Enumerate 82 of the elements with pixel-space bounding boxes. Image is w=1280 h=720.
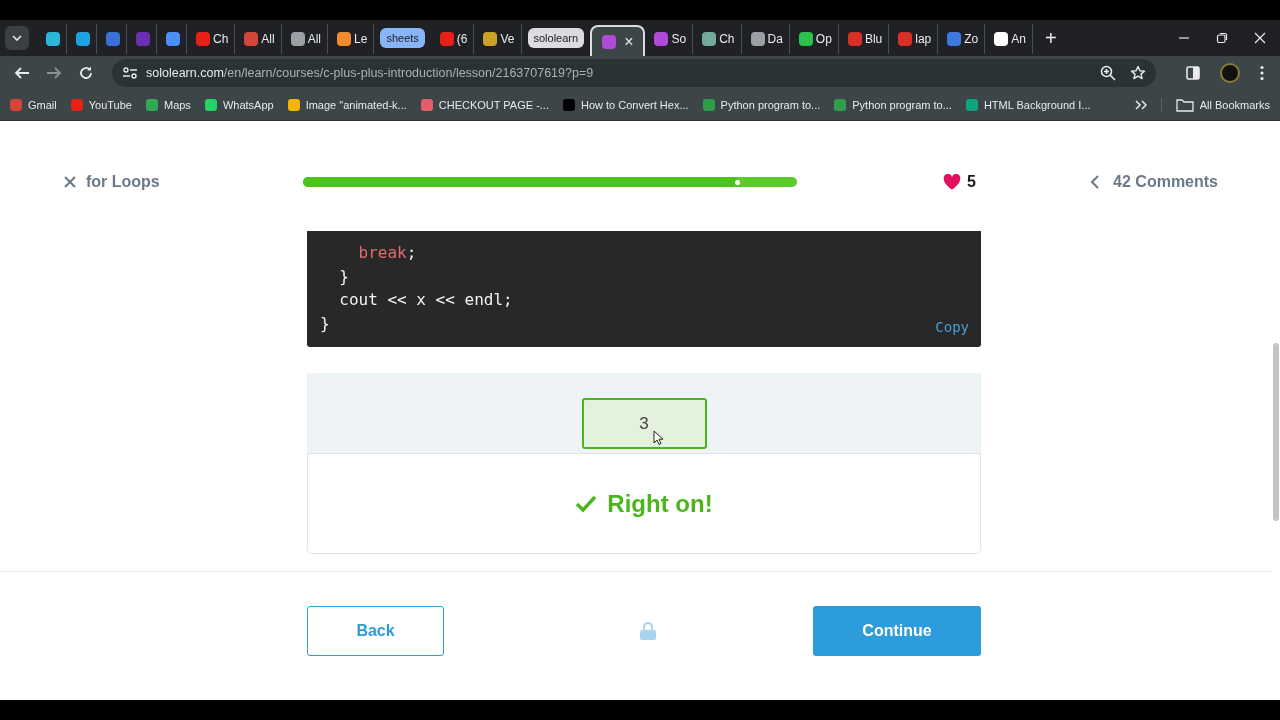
hearts-count: 5 bbox=[967, 173, 976, 191]
tab-title: Ve bbox=[500, 32, 515, 46]
menu-icon bbox=[1260, 65, 1264, 81]
tab-title: lap bbox=[915, 32, 932, 46]
browser-tab[interactable]: Da bbox=[741, 24, 790, 54]
bookmark-item[interactable]: Python program to... bbox=[702, 99, 821, 111]
chevron-left-icon bbox=[1091, 175, 1100, 189]
bookmark-item[interactable]: Maps bbox=[145, 99, 191, 111]
tab-title: Op bbox=[815, 32, 832, 46]
browser-tab[interactable]: lap bbox=[889, 24, 939, 54]
tab-title: All bbox=[261, 32, 275, 46]
restore-icon bbox=[1216, 32, 1228, 44]
bookmark-item[interactable]: WhatsApp bbox=[204, 99, 274, 111]
all-bookmarks-button[interactable]: All Bookmarks bbox=[1160, 98, 1270, 112]
mouse-cursor-icon bbox=[652, 430, 663, 445]
bookmark-title: Gmail bbox=[28, 99, 57, 111]
bookmark-title: Python program to... bbox=[720, 99, 821, 111]
forward-icon bbox=[46, 65, 62, 81]
browser-tab[interactable]: Ve bbox=[474, 24, 522, 54]
checkmark-icon bbox=[575, 494, 598, 513]
comments-button[interactable]: 42 Comments bbox=[1091, 173, 1218, 191]
browser-tab[interactable]: Op bbox=[789, 24, 839, 54]
zoom-icon bbox=[1100, 65, 1116, 81]
bookmark-title: YouTube bbox=[88, 99, 132, 111]
all-bookmarks-label: All Bookmarks bbox=[1199, 99, 1270, 111]
code-line: cout << x << endl; bbox=[338, 289, 513, 311]
bookmark-item[interactable]: Python program to... bbox=[834, 99, 952, 111]
close-icon bbox=[1254, 32, 1266, 44]
reload-icon bbox=[78, 65, 94, 81]
browser-tab[interactable]: Le bbox=[328, 24, 375, 54]
url-text: sololearn.com/en/learn/courses/c-plus-plus-introduction/lesson/2163707619?p=9 bbox=[146, 66, 595, 80]
browser-tab[interactable]: Zo bbox=[938, 24, 986, 54]
code-line: } bbox=[338, 265, 349, 288]
browser-tab[interactable]: So bbox=[645, 24, 694, 54]
bookmark-item[interactable]: YouTube bbox=[70, 99, 132, 111]
bookmark-star-icon bbox=[1130, 65, 1146, 81]
browser-tab[interactable]: All bbox=[235, 24, 282, 54]
browser-tab[interactable]: Blu bbox=[838, 24, 890, 54]
copy-button[interactable]: Copy bbox=[935, 319, 969, 335]
tab-title: Zo bbox=[964, 32, 979, 46]
browser-tab[interactable]: Ch bbox=[693, 24, 742, 54]
browser-tab[interactable]: Ch bbox=[187, 24, 236, 54]
tab-group-chip[interactable]: sololearn bbox=[527, 28, 585, 48]
lesson-title: for Loops bbox=[86, 173, 160, 191]
tab-title: Le bbox=[354, 32, 368, 46]
progress-marker bbox=[734, 180, 740, 185]
answer-box[interactable]: 3 bbox=[581, 398, 707, 449]
close-icon bbox=[64, 176, 76, 188]
chevron-down-icon bbox=[12, 35, 22, 41]
tab-title: So bbox=[671, 32, 687, 46]
code-line: } bbox=[320, 312, 330, 335]
bookmark-item[interactable]: Gmail bbox=[10, 99, 57, 111]
back-icon bbox=[14, 65, 30, 81]
tab-group-chip[interactable]: sheets bbox=[380, 28, 425, 48]
browser-tab[interactable]: All bbox=[281, 24, 329, 54]
bookmark-title: Python program to... bbox=[852, 99, 952, 111]
bookmark-title: WhatsApp bbox=[222, 99, 274, 111]
tab-title: Ch bbox=[719, 32, 735, 46]
side-panel-icon bbox=[1186, 66, 1200, 80]
browser-tab[interactable]: × bbox=[590, 25, 646, 57]
site-settings-icon bbox=[122, 66, 138, 80]
close-tab-button[interactable]: × bbox=[624, 33, 634, 51]
feedback-message: Right on! bbox=[575, 489, 713, 518]
tab-title: Blu bbox=[864, 32, 883, 46]
tab-title: (6 bbox=[456, 32, 468, 46]
address-bar[interactable]: sololearn.com/en/learn/courses/c-plus-plus-introduction/lesson/2163707619?p=9 bbox=[112, 59, 1156, 87]
tab-title: Da bbox=[767, 32, 783, 46]
chevrons-right-icon bbox=[1134, 100, 1147, 110]
close-button[interactable] bbox=[64, 176, 76, 188]
browser-tab[interactable]: An bbox=[985, 24, 1033, 54]
new-tab-button[interactable]: + bbox=[1040, 28, 1061, 48]
tab-title: Ch bbox=[213, 32, 229, 46]
browser-tab[interactable]: (6 bbox=[430, 24, 475, 54]
tab-search-button[interactable] bbox=[5, 26, 29, 50]
profile-avatar[interactable] bbox=[1220, 63, 1240, 83]
code-line: break; bbox=[357, 242, 417, 264]
folder-icon bbox=[1175, 98, 1194, 112]
tab-title: An bbox=[1011, 32, 1026, 46]
scrollbar-thumb[interactable] bbox=[1273, 343, 1279, 521]
heart-icon bbox=[943, 174, 961, 190]
bookmark-title: Maps bbox=[163, 99, 191, 111]
tab-title: All bbox=[307, 32, 322, 46]
